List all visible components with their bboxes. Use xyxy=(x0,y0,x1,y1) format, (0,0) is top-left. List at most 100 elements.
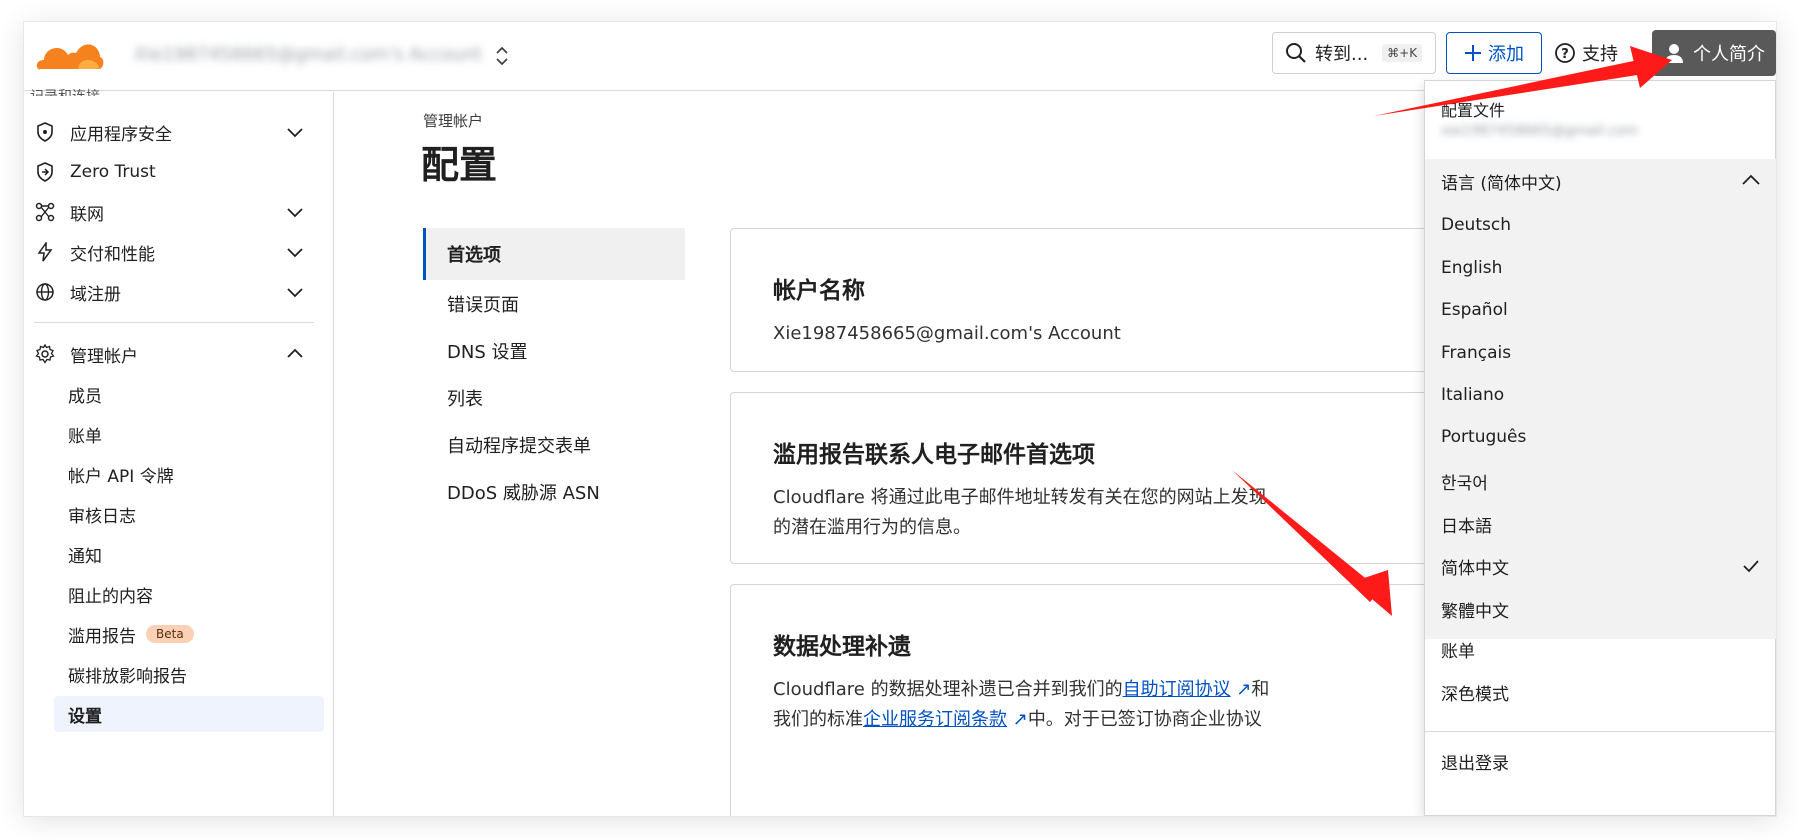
globe-icon xyxy=(34,281,56,303)
self-serve-agreement-link[interactable]: 自助订阅协议 xyxy=(1123,679,1231,700)
language-option-pt[interactable]: Português xyxy=(1441,427,1526,451)
goto-search-button[interactable]: 转到... ⌘+K xyxy=(1272,32,1436,74)
search-label: 转到... xyxy=(1315,44,1369,65)
card-body: Xie1987458665@gmail.com's Account xyxy=(773,323,1121,344)
sidebar-sub-blocked-content[interactable]: 阻止的内容 xyxy=(68,576,328,612)
cloudflare-logo-icon[interactable] xyxy=(34,36,104,76)
sidebar-item-zero-trust[interactable]: Zero Trust xyxy=(34,154,314,190)
language-option-zh-hant[interactable]: 繁體中文 xyxy=(1441,597,1509,622)
sidebar-sub-abuse-reports[interactable]: 滥用报告 Beta xyxy=(68,616,328,652)
sidebar-item-label: 滥用报告 xyxy=(68,626,136,647)
sidebar-sub-notifications[interactable]: 通知 xyxy=(68,536,328,572)
subnav-bot-submission[interactable]: 自动程序提交表单 xyxy=(423,421,685,468)
checkmark-icon xyxy=(1743,560,1759,573)
help-icon: ? xyxy=(1555,43,1575,63)
enterprise-terms-link[interactable]: 企业服务订阅条款 xyxy=(863,709,1007,730)
language-option-en[interactable]: English xyxy=(1441,258,1502,282)
sidebar-item-delivery[interactable]: 交付和性能 xyxy=(34,234,314,270)
card-title: 数据处理补遗 xyxy=(773,634,911,660)
sidebar-item-label: 应用程序安全 xyxy=(70,124,172,145)
sidebar-sub-carbon-report[interactable]: 碳排放影响报告 xyxy=(68,656,328,692)
plus-icon xyxy=(1465,45,1481,61)
card-body-text: Cloudflare 的数据处理补遗已合并到我们的 xyxy=(773,679,1123,700)
menu-item-dark-mode[interactable]: 深色模式 xyxy=(1441,680,1509,705)
language-option-es[interactable]: Español xyxy=(1441,300,1508,324)
card-body-line: Cloudflare 将通过此电子邮件地址转发有关在您的网站上发现 xyxy=(773,487,1267,508)
language-option-it[interactable]: Italiano xyxy=(1441,385,1504,409)
chevron-up-icon[interactable] xyxy=(1741,171,1761,191)
card-body-text: 和 xyxy=(1251,679,1270,700)
chevron-down-icon[interactable] xyxy=(286,243,304,261)
sidebar-item-label: 交付和性能 xyxy=(70,244,155,265)
sidebar-item-app-security[interactable]: 应用程序安全 xyxy=(34,114,314,150)
breadcrumb[interactable]: 管理帐户 xyxy=(423,110,483,131)
sidebar-item-label: 域注册 xyxy=(70,284,121,305)
network-icon xyxy=(34,201,56,223)
sidebar-item-domain-registration[interactable]: 域注册 xyxy=(34,274,314,310)
card-body-line: 的潜在滥用行为的信息。 xyxy=(773,517,971,538)
chevron-down-icon[interactable] xyxy=(286,123,304,141)
subnav-dns-settings[interactable]: DNS 设置 xyxy=(423,327,685,374)
svg-text:?: ? xyxy=(1561,47,1569,62)
language-option-de[interactable]: Deutsch xyxy=(1441,215,1511,239)
abuse-contact-card: 滥用报告联系人电子邮件首选项 Cloudflare 将通过此电子邮件地址转发有关… xyxy=(730,392,1450,564)
zero-trust-icon xyxy=(34,161,56,183)
sidebar-sub-settings[interactable]: 设置 xyxy=(54,696,324,732)
subnav-ddos-asn[interactable]: DDoS 威胁源 ASN xyxy=(423,468,685,515)
chevron-down-icon[interactable] xyxy=(286,203,304,221)
chevron-up-icon[interactable] xyxy=(286,345,304,363)
profile-menu-title[interactable]: 配置文件 xyxy=(1441,97,1505,121)
profile-dropdown-menu: 配置文件 xie1987458665@gmail.com 语言 (简体中文) D… xyxy=(1424,80,1776,816)
sidebar-item-network[interactable]: 联网 xyxy=(34,194,314,230)
sidebar-clipped-item: 记录和连接 xyxy=(30,86,100,96)
language-option-ja[interactable]: 日本語 xyxy=(1441,512,1492,537)
shortcut-badge: ⌘+K xyxy=(1382,44,1423,62)
sidebar-item-manage-account[interactable]: 管理帐户 xyxy=(34,336,314,372)
search-icon xyxy=(1286,43,1306,63)
card-body-text: 我们的标准 xyxy=(773,709,863,730)
sidebar-sub-api-tokens[interactable]: 帐户 API 令牌 xyxy=(68,456,328,492)
profile-label: 个人简介 xyxy=(1693,44,1765,65)
language-option-fr[interactable]: Français xyxy=(1441,343,1511,367)
card-body: Cloudflare 的数据处理补遗已合并到我们的自助订阅协议 ↗和 我们的标准… xyxy=(773,675,1407,735)
settings-subnav: 首选项 错误页面 DNS 设置 列表 自动程序提交表单 DDoS 威胁源 ASN xyxy=(423,228,685,515)
external-link-icon: ↗ xyxy=(1230,679,1252,700)
sidebar-item-label: 联网 xyxy=(70,204,104,225)
subnav-lists[interactable]: 列表 xyxy=(423,374,685,421)
shield-icon xyxy=(34,121,56,143)
add-button[interactable]: 添加 xyxy=(1446,32,1542,74)
subnav-error-pages[interactable]: 错误页面 xyxy=(423,280,685,327)
sidebar-divider xyxy=(34,322,314,323)
card-title: 帐户名称 xyxy=(773,278,865,304)
card-body: Cloudflare 将通过此电子邮件地址转发有关在您的网站上发现 的潜在滥用行为… xyxy=(773,483,1407,543)
menu-item-logout[interactable]: 退出登录 xyxy=(1441,749,1509,774)
page-title: 配置 xyxy=(421,143,498,187)
support-label: 支持 xyxy=(1582,44,1618,65)
sidebar-sub-billing[interactable]: 账单 xyxy=(68,416,328,452)
add-label: 添加 xyxy=(1488,44,1524,65)
sidebar-item-label: 管理帐户 xyxy=(70,346,138,367)
chevron-up-down-icon[interactable] xyxy=(492,44,512,68)
chevron-down-icon[interactable] xyxy=(286,283,304,301)
sidebar-item-label: Zero Trust xyxy=(70,162,156,182)
card-body-text: 中。对于已签订协商企业协议 xyxy=(1027,709,1262,730)
lightning-icon xyxy=(34,241,56,263)
language-toggle[interactable]: 语言 (简体中文) xyxy=(1441,169,1562,194)
sidebar-sub-members[interactable]: 成员 xyxy=(68,376,328,412)
browser-frame: Xie1987458665@gmail.com's Account 转到... … xyxy=(24,22,1776,816)
sidebar: 记录和连接 应用程序安全 Zero Trust 联网 交付和性 xyxy=(24,89,334,816)
profile-menu-email: xie1987458665@gmail.com xyxy=(1441,123,1639,139)
subnav-preferences[interactable]: 首选项 xyxy=(423,228,685,280)
language-option-ko[interactable]: 한국어 xyxy=(1441,469,1488,494)
language-section: 语言 (简体中文) Deutsch English Español França… xyxy=(1425,159,1776,639)
profile-button[interactable]: 个人简介 xyxy=(1652,30,1776,76)
menu-item-billing[interactable]: 账单 xyxy=(1441,637,1475,662)
dpa-card: 数据处理补遗 Cloudflare 的数据处理补遗已合并到我们的自助订阅协议 ↗… xyxy=(730,584,1450,816)
support-button[interactable]: ? 支持 xyxy=(1554,32,1618,74)
user-icon xyxy=(1665,44,1683,63)
sidebar-sub-audit-log[interactable]: 审核日志 xyxy=(68,496,328,532)
account-switcher[interactable]: Xie1987458665@gmail.com's Account xyxy=(134,44,482,68)
language-option-zh-hans[interactable]: 简体中文 xyxy=(1441,554,1509,579)
account-name-card: 帐户名称 Xie1987458665@gmail.com's Account xyxy=(730,228,1450,372)
gear-icon xyxy=(34,343,56,365)
